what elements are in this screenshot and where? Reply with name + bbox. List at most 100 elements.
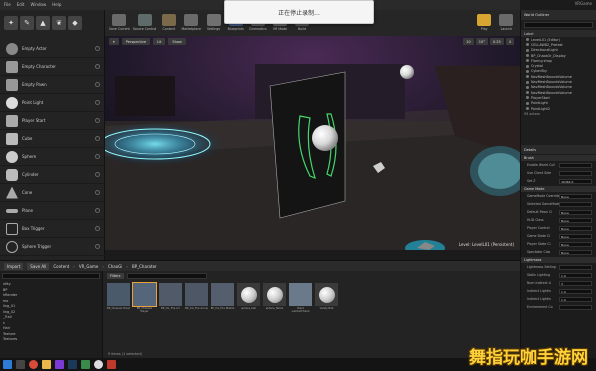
menu-window[interactable]: Window — [30, 2, 46, 8]
help-icon[interactable] — [95, 118, 100, 123]
source-control-button[interactable]: Source Control — [133, 12, 156, 34]
breadcrumb-content[interactable]: Content — [53, 264, 69, 269]
place-item[interactable]: Box Trigger — [0, 220, 105, 238]
property-value-field[interactable]: 3 — [559, 280, 592, 286]
lit-button[interactable]: Lit — [153, 38, 166, 45]
menu-edit[interactable]: Edit — [17, 2, 25, 8]
property-value-field[interactable]: 1.0 — [559, 296, 592, 302]
foliage-mode-icon[interactable]: ❦ — [52, 16, 66, 30]
place-item[interactable]: Cone — [0, 184, 105, 202]
help-icon[interactable] — [95, 64, 100, 69]
menu-help[interactable]: Help — [52, 2, 61, 8]
help-icon[interactable] — [95, 208, 100, 213]
help-icon[interactable] — [95, 46, 100, 51]
asset-tile[interactable]: Vanity Ball — [315, 283, 338, 313]
outliner-search-input[interactable] — [524, 22, 593, 28]
eye-icon[interactable] — [526, 85, 529, 89]
paint-mode-icon[interactable]: ✎ — [20, 16, 34, 30]
eye-icon[interactable] — [526, 96, 529, 100]
asset-tile[interactable]: sphere_ball — [237, 283, 260, 313]
unreal-icon[interactable] — [94, 360, 103, 369]
app-icon[interactable] — [81, 360, 90, 369]
start-icon[interactable] — [3, 360, 12, 369]
property-value-field[interactable] — [559, 264, 592, 270]
property-value-field[interactable] — [559, 162, 592, 168]
place-item[interactable]: Player Start — [0, 112, 105, 130]
folder-item[interactable]: Textures — [2, 337, 100, 343]
asset-tile[interactable]: sphere_flame — [263, 283, 286, 313]
launch-button[interactable]: Launch — [497, 12, 516, 34]
eye-icon[interactable] — [526, 48, 529, 52]
place-item[interactable]: Sphere Trigger — [0, 238, 105, 256]
breadcrumb-bp-charater[interactable]: BP_Charater — [132, 264, 157, 269]
property-value-field[interactable]: None — [559, 209, 592, 215]
media-icon[interactable] — [55, 360, 64, 369]
app-icon[interactable] — [107, 360, 116, 369]
property-value-field[interactable] — [559, 170, 592, 176]
asset-tile-selected[interactable]: BP_ChaosGi Player — [132, 282, 157, 313]
help-icon[interactable] — [95, 136, 100, 141]
content-button[interactable]: Content — [159, 12, 178, 34]
save-all-button[interactable]: Save All — [27, 262, 50, 270]
property-value-field[interactable]: None — [559, 249, 592, 255]
eye-icon[interactable] — [526, 43, 529, 47]
eye-icon[interactable] — [526, 69, 529, 73]
eye-icon[interactable] — [526, 54, 529, 58]
asset-tile[interactable]: BP_ChaosGi Hand — [107, 283, 130, 313]
place-item[interactable]: Cube — [0, 130, 105, 148]
breadcrumb-chaogi[interactable]: ChaoGi — [108, 264, 122, 269]
help-icon[interactable] — [95, 190, 100, 195]
place-item[interactable]: Empty Character — [0, 58, 105, 76]
place-mode-icon[interactable]: ✦ — [4, 16, 18, 30]
place-item[interactable]: Sphere — [0, 148, 105, 166]
search-icon[interactable] — [16, 360, 25, 369]
eye-icon[interactable] — [526, 64, 529, 68]
marketplace-button[interactable]: Marketplace — [181, 12, 201, 34]
show-button[interactable]: Show — [168, 38, 186, 45]
save-current-button[interactable]: Save Current — [109, 12, 130, 34]
chrome-icon[interactable] — [29, 360, 38, 369]
camera-speed-value[interactable]: 4 — [505, 38, 514, 45]
property-value-field[interactable]: 1.0 — [559, 288, 592, 294]
steam-icon[interactable] — [68, 360, 77, 369]
help-icon[interactable] — [95, 172, 100, 177]
perspective-button[interactable]: Perspective — [121, 38, 151, 45]
eye-icon[interactable] — [526, 59, 529, 63]
eye-icon[interactable] — [526, 91, 529, 95]
property-value-field[interactable]: 1.0 — [559, 272, 592, 278]
rotation-snap-value[interactable]: 10° — [475, 38, 488, 45]
place-item[interactable]: Cylinder — [0, 166, 105, 184]
outliner-label-column[interactable]: Label — [521, 30, 596, 37]
geometry-mode-icon[interactable]: ◆ — [68, 16, 82, 30]
asset-tile[interactable]: BP_CG_Fire Mobile — [211, 283, 234, 313]
explorer-icon[interactable] — [42, 360, 51, 369]
eye-icon[interactable] — [526, 107, 529, 110]
property-value-field[interactable]: None — [559, 225, 592, 231]
property-value-field[interactable]: None — [559, 193, 592, 199]
property-value-field[interactable]: None — [559, 233, 592, 239]
settings-button[interactable]: Settings — [204, 12, 223, 34]
import-button[interactable]: Import — [4, 262, 24, 270]
folder-search-input[interactable] — [2, 273, 100, 279]
asset-tile[interactable]: BP_CG_Fire Arr — [159, 283, 182, 313]
place-item[interactable]: Point Light — [0, 94, 105, 112]
filters-button[interactable]: Filters — [107, 272, 124, 279]
help-icon[interactable] — [95, 226, 100, 231]
property-value-field[interactable]: None — [559, 217, 592, 223]
eye-icon[interactable] — [526, 101, 529, 105]
eye-icon[interactable] — [526, 38, 529, 42]
asset-tile[interactable]: BP_CG_Fire Arrow — [185, 283, 208, 313]
property-value-field[interactable]: None — [559, 241, 592, 247]
breadcrumb-vr-game[interactable]: VR_Game — [79, 264, 98, 269]
eye-icon[interactable] — [526, 75, 529, 79]
menu-file[interactable]: File — [4, 2, 11, 8]
property-value-field[interactable] — [559, 201, 592, 207]
help-icon[interactable] — [95, 82, 100, 87]
asset-tile[interactable]: Stard LambertTrash — [289, 283, 312, 313]
eye-icon[interactable] — [526, 80, 529, 84]
property-value-field[interactable] — [559, 304, 592, 310]
landscape-mode-icon[interactable]: ▲ — [36, 16, 50, 30]
help-icon[interactable] — [95, 154, 100, 159]
help-icon[interactable] — [95, 100, 100, 105]
level-viewport[interactable]: ▾ Perspective Lit Show 10 10° 0.25 4 Lev… — [105, 36, 520, 250]
